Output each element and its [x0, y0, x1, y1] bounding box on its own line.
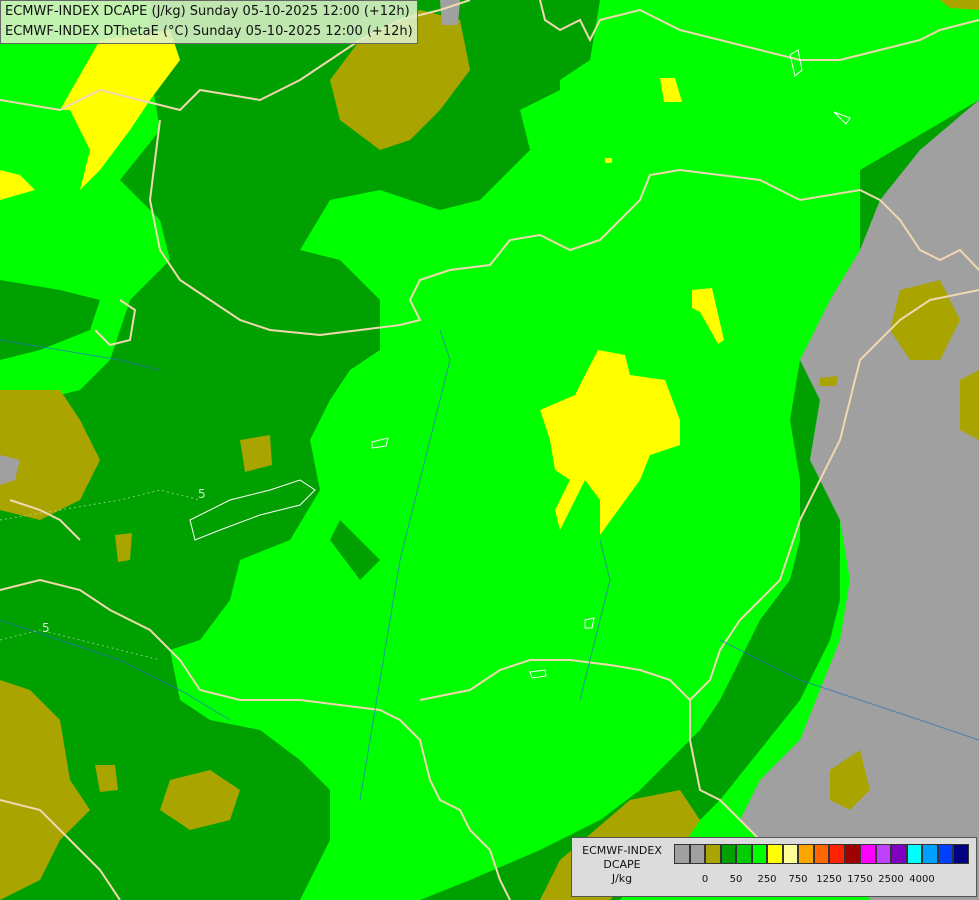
legend-tick-label: 50: [729, 874, 743, 885]
legend-tick-label: 4000: [909, 874, 935, 885]
legend-swatch: [813, 844, 829, 864]
legend-tick-label: 750: [788, 874, 808, 885]
contour-label: 5: [198, 487, 206, 501]
legend-tick-label: 2500: [878, 874, 904, 885]
legend-tick-label: 1750: [847, 874, 873, 885]
title-dcape: ECMWF-INDEX DCAPE (J/kg) Sunday 05-10-20…: [5, 4, 410, 19]
color-legend: ECMWF-INDEX DCAPE J/kg 0 50 250 750 1250 1750…: [571, 837, 977, 897]
legend-swatch: [953, 844, 969, 864]
legend-tick-label: 1250: [816, 874, 842, 885]
legend-swatch: [906, 844, 922, 864]
legend-swatch: [689, 844, 705, 864]
legend-swatch: [875, 844, 891, 864]
legend-swatches: [674, 844, 969, 866]
legend-swatch: [891, 844, 907, 864]
legend-swatch: [922, 844, 938, 864]
contour-label: 5: [42, 621, 50, 635]
legend-swatch: [798, 844, 814, 864]
title-dthetae: ECMWF-INDEX DThetaE (°C) Sunday 05-10-20…: [5, 24, 413, 39]
map-title-box: ECMWF-INDEX DCAPE (J/kg) Sunday 05-10-20…: [0, 0, 418, 44]
legend-line-model: ECMWF-INDEX: [582, 844, 662, 857]
legend-swatch: [937, 844, 953, 864]
legend-ticks: 0 50 250 750 1250 1750 2500 4000: [674, 874, 974, 888]
legend-swatch: [751, 844, 767, 864]
legend-swatch: [705, 844, 721, 864]
legend-swatch: [736, 844, 752, 864]
legend-swatch: [829, 844, 845, 864]
legend-swatch: [674, 844, 690, 864]
legend-swatch: [844, 844, 860, 864]
legend-swatch: [720, 844, 736, 864]
legend-title: ECMWF-INDEX DCAPE J/kg: [574, 844, 670, 886]
legend-tick-label: 250: [757, 874, 777, 885]
legend-swatch: [767, 844, 783, 864]
weather-map: 5 5: [0, 0, 979, 900]
legend-tick-label: 0: [701, 874, 709, 885]
legend-swatch: [860, 844, 876, 864]
legend-line-param: DCAPE: [603, 858, 641, 871]
legend-swatch: [782, 844, 798, 864]
legend-line-unit: J/kg: [611, 872, 633, 885]
